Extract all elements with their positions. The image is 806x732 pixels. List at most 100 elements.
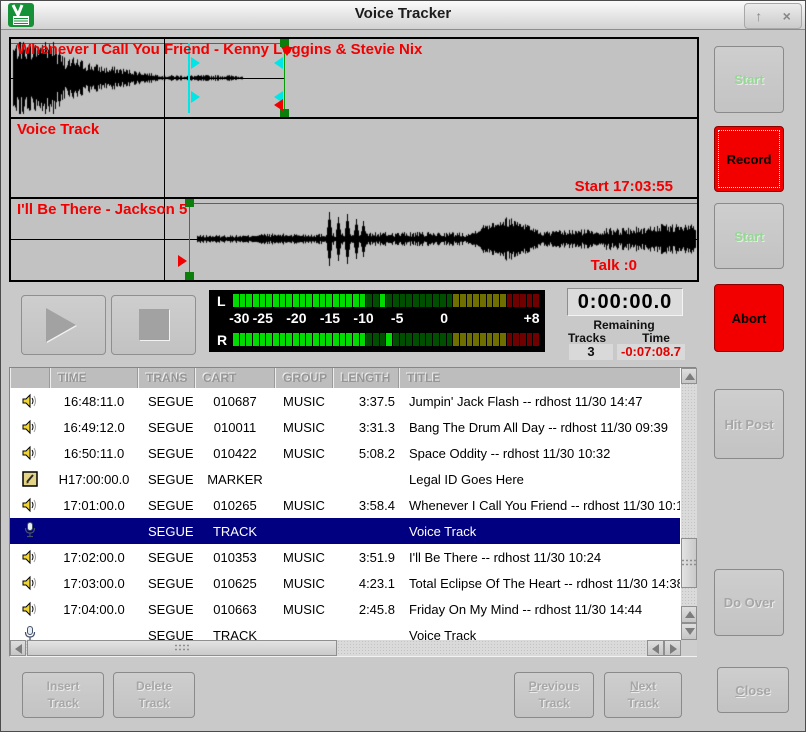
- fade-marker-right-icon[interactable]: [191, 91, 200, 103]
- header-trans[interactable]: TRANS: [138, 368, 195, 388]
- track-2-lane[interactable]: Voice Track Start 17:03:55: [11, 119, 697, 197]
- header-title[interactable]: TITLE: [399, 368, 680, 388]
- hit-post-button[interactable]: Hit Post: [714, 389, 784, 459]
- row-icon-cell: [10, 417, 50, 438]
- row-icon-cell: [10, 599, 50, 620]
- arrow-down-icon: [685, 628, 695, 635]
- log-cell-time: H17:00:00.0: [50, 472, 138, 487]
- log-cell-trans: SEGUE: [138, 576, 195, 591]
- window-title: Voice Tracker: [1, 5, 805, 22]
- log-cell-time: 16:50:11.0: [50, 446, 138, 461]
- log-row[interactable]: 17:04:00.0 SEGUE 010663 MUSIC 2:45.8 Fri…: [10, 596, 680, 622]
- close-button[interactable]: Close: [717, 667, 789, 713]
- scroll-left-button[interactable]: [10, 640, 26, 656]
- header-cart[interactable]: CART: [195, 368, 275, 388]
- horizontal-scroll-thumb[interactable]: [27, 640, 337, 656]
- segue-marker-right-icon[interactable]: [178, 255, 187, 267]
- log-cell-trans: SEGUE: [138, 628, 195, 641]
- scroll-down-button[interactable]: [681, 623, 697, 640]
- log-row[interactable]: 17:01:00.0 SEGUE 010265 MUSIC 3:58.4 Whe…: [10, 492, 680, 518]
- log-cell-length: 4:23.1: [333, 576, 399, 591]
- abort-button[interactable]: Abort: [714, 284, 784, 352]
- log-row[interactable]: SEGUE TRACK Voice Track: [10, 622, 680, 640]
- header-length[interactable]: LENGTH: [333, 368, 399, 388]
- start-marker-handle-icon[interactable]: [185, 272, 194, 280]
- stop-button[interactable]: [111, 295, 196, 355]
- scroll-up-button[interactable]: [681, 368, 697, 384]
- log-cell-cart: 010353: [195, 550, 275, 565]
- do-over-button[interactable]: Do Over: [714, 569, 784, 636]
- track-3-lane[interactable]: I'll Be There - Jackson 5 Talk :0: [11, 199, 697, 280]
- microphone-icon: [24, 522, 36, 539]
- log-header[interactable]: TIME TRANS CART GROUP LENGTH TITLE: [10, 368, 680, 388]
- log-cell-length: 3:37.5: [333, 394, 399, 409]
- marker-note-icon: [22, 471, 38, 487]
- track-1-lane[interactable]: Whenever I Call You Friend - Kenny Loggi…: [11, 39, 697, 117]
- next-track-button[interactable]: Next Track: [604, 672, 682, 718]
- log-cell-cart: 010422: [195, 446, 275, 461]
- start-2-button[interactable]: Start: [714, 203, 784, 269]
- log-cell-cart: 010625: [195, 576, 275, 591]
- log-cell-length: 3:51.9: [333, 550, 399, 565]
- start-1-button[interactable]: Start: [714, 46, 784, 113]
- scroll-up-button-2[interactable]: [681, 606, 697, 623]
- log-cell-cart: MARKER: [195, 472, 275, 487]
- row-icon-cell: [10, 495, 50, 516]
- play-button[interactable]: [21, 295, 106, 355]
- log-row[interactable]: 16:50:11.0 SEGUE 010422 MUSIC 5:08.2 Spa…: [10, 440, 680, 466]
- previous-track-button[interactable]: Previous Track: [514, 672, 594, 718]
- row-icon-cell: [10, 624, 50, 640]
- track3-start-cursor[interactable]: [189, 203, 190, 276]
- delete-track-button[interactable]: Delete Track: [113, 672, 195, 718]
- arrow-right-icon: [670, 644, 677, 654]
- log-row[interactable]: 16:49:12.0 SEGUE 010011 MUSIC 3:31.3 Ban…: [10, 414, 680, 440]
- speaker-icon: [22, 549, 39, 565]
- arrow-left-icon: [15, 644, 22, 654]
- log-row[interactable]: 17:02:00.0 SEGUE 010353 MUSIC 3:51.9 I'l…: [10, 544, 680, 570]
- log-cell-group: MUSIC: [275, 394, 333, 409]
- log-cell-cart: 010265: [195, 498, 275, 513]
- log-row[interactable]: 16:48:11.0 SEGUE 010687 MUSIC 3:37.5 Jum…: [10, 388, 680, 414]
- row-icon-cell: [10, 469, 50, 490]
- window-controls: ↑ ×: [744, 3, 802, 29]
- insert-track-button[interactable]: Insert Track: [22, 672, 104, 718]
- log-cell-title: Legal ID Goes Here: [399, 472, 680, 487]
- meter-left-label: L: [217, 293, 226, 309]
- scroll-right-button[interactable]: [664, 640, 681, 656]
- scroll-left-button-2[interactable]: [647, 640, 664, 656]
- elapsed-time-display: 0:00:00.0: [567, 288, 683, 316]
- vertical-scrollbar[interactable]: [681, 368, 697, 640]
- log-cell-trans: SEGUE: [138, 602, 195, 617]
- stop-icon: [139, 309, 169, 340]
- vertical-scroll-thumb[interactable]: [681, 538, 697, 588]
- shade-icon[interactable]: ↑: [755, 9, 762, 23]
- remaining-time-value: -0:07:08.7: [617, 344, 685, 360]
- log-cell-group: MUSIC: [275, 602, 333, 617]
- log-cell-cart: 010687: [195, 394, 275, 409]
- header-group[interactable]: GROUP: [275, 368, 333, 388]
- speaker-icon: [22, 419, 39, 435]
- log-cell-length: 3:58.4: [333, 498, 399, 513]
- log-cell-cart: 010663: [195, 602, 275, 617]
- segue-marker-left-icon[interactable]: [274, 99, 283, 111]
- close-icon[interactable]: ×: [783, 9, 791, 23]
- header-time[interactable]: TIME: [50, 368, 138, 388]
- thumb-grip-icon: [681, 559, 697, 568]
- fade-marker-right-icon[interactable]: [191, 57, 200, 69]
- voice-tracker-window: Voice Tracker ↑ × Whenever I Call You Fr…: [0, 0, 806, 732]
- play-icon: [46, 308, 76, 342]
- audio-level-meter: L -30 -25 -20 -15 -10 -5 0 +8 R: [209, 290, 545, 352]
- fade-marker-left-icon[interactable]: [274, 57, 283, 69]
- log-row[interactable]: SEGUE TRACK Voice Track: [10, 518, 680, 544]
- log-row[interactable]: H17:00:00.0 SEGUE MARKER Legal ID Goes H…: [10, 466, 680, 492]
- log-cell-title: Jumpin' Jack Flash -- rdhost 11/30 14:47: [399, 394, 680, 409]
- log-cell-group: MUSIC: [275, 420, 333, 435]
- log-cell-trans: SEGUE: [138, 446, 195, 461]
- horizontal-scrollbar[interactable]: [10, 640, 681, 656]
- record-button[interactable]: Record: [714, 126, 784, 192]
- arrow-left-icon: [652, 644, 659, 654]
- track-editor-panel[interactable]: Whenever I Call You Friend - Kenny Loggi…: [9, 37, 699, 282]
- speaker-icon: [22, 601, 39, 617]
- titlebar[interactable]: Voice Tracker ↑ ×: [1, 1, 805, 30]
- log-row[interactable]: 17:03:00.0 SEGUE 010625 MUSIC 4:23.1 Tot…: [10, 570, 680, 596]
